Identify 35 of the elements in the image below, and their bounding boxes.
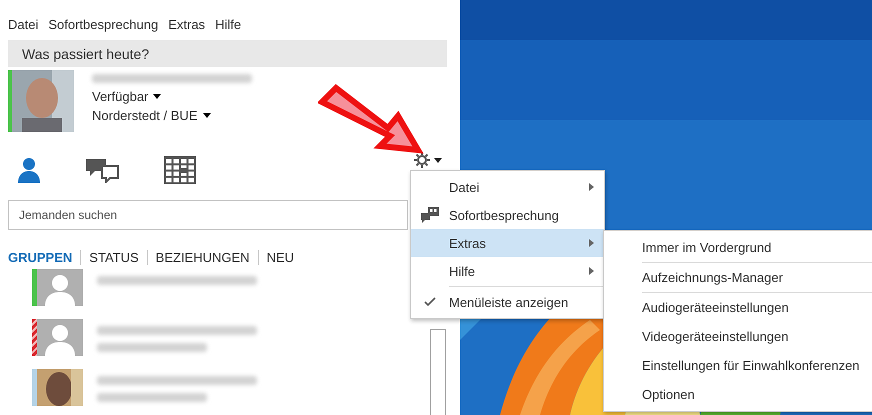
menu-bar-item[interactable]: Sofortbesprechung	[48, 17, 158, 37]
location-dropdown[interactable]: Norderstedt / BUE	[92, 108, 198, 123]
submenu-arrow-icon	[589, 239, 594, 247]
submenu-arrow-icon	[589, 183, 594, 191]
scrollbar[interactable]	[430, 329, 446, 415]
check-icon	[424, 297, 436, 307]
menu-item[interactable]: Menüleiste anzeigen	[411, 288, 604, 316]
contacts-icon[interactable]	[16, 157, 42, 183]
menu-item[interactable]: Datei	[411, 173, 604, 201]
menu-bar-item[interactable]: Datei	[8, 17, 38, 37]
meeting-icon	[421, 206, 439, 224]
availability-dropdown[interactable]: Verfügbar	[92, 89, 148, 104]
menu-item[interactable]: Sofortbesprechung	[411, 201, 604, 229]
contact-tab[interactable]: BEZIEHUNGEN	[146, 250, 258, 265]
settings-icon[interactable]	[414, 152, 444, 168]
menu-item[interactable]: Optionen	[604, 380, 872, 409]
menu-item[interactable]: Aufzeichnungs-Manager	[642, 263, 872, 293]
caret-icon[interactable]	[153, 94, 162, 99]
menu-item[interactable]: Audiogeräteeinstellungen	[604, 293, 872, 322]
contact-tab[interactable]: GRUPPEN	[8, 250, 80, 265]
menu-item[interactable]: Einstellungen für Einwahlkonferenzen	[604, 351, 872, 380]
contact-tab[interactable]: NEU	[258, 250, 302, 265]
contact-tab[interactable]: STATUS	[80, 250, 147, 265]
submenu-arrow-icon	[589, 267, 594, 275]
search-field[interactable]: Jemanden suchen	[8, 200, 408, 230]
menu-bar-item[interactable]: Hilfe	[215, 17, 242, 37]
chat-icon[interactable]	[86, 157, 120, 183]
menu-item[interactable]: Extras	[411, 229, 604, 257]
calendar-icon[interactable]	[164, 156, 196, 184]
menu-bar-item[interactable]: Extras	[168, 17, 206, 37]
menu-item[interactable]: Videogeräteeinstellungen	[604, 322, 872, 351]
menu-item[interactable]: Immer im Vordergrund	[642, 233, 872, 263]
menu-item[interactable]: Hilfe	[411, 257, 604, 285]
status-field[interactable]: Was passiert heute?	[8, 40, 447, 67]
caret-icon[interactable]	[202, 113, 210, 118]
